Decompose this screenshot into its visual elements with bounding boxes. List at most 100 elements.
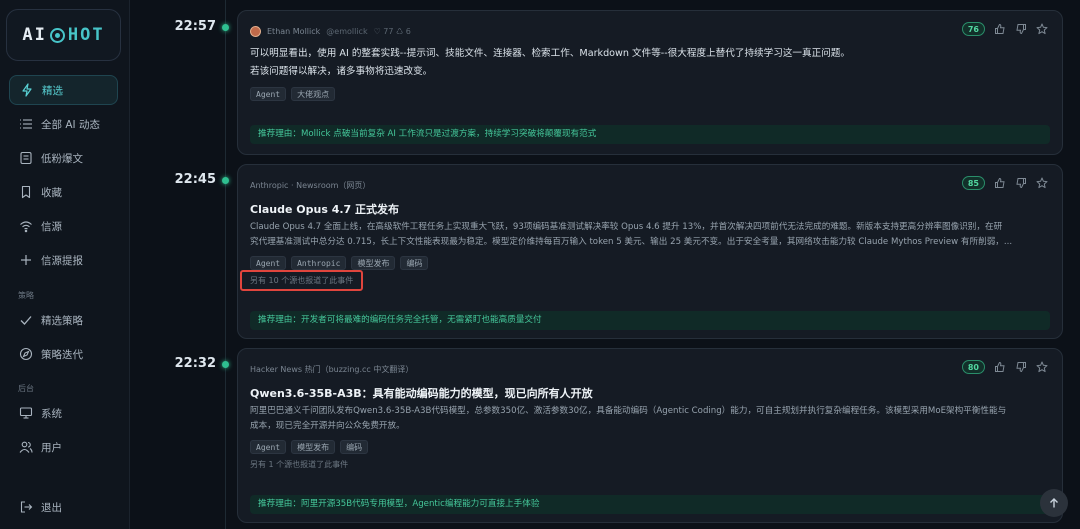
timeline-dot: [222, 177, 229, 184]
logout-button[interactable]: 退出: [9, 492, 118, 522]
timeline-dot: [222, 361, 229, 368]
score-badge: 85: [961, 176, 985, 190]
check-icon: [19, 313, 33, 327]
source-name: Ethan Mollick: [267, 27, 321, 36]
tag[interactable]: 大佬观点: [291, 87, 336, 101]
users-icon: [19, 440, 33, 454]
tag[interactable]: 模型发布: [351, 256, 396, 270]
card-body-line: 成本，现已完全开源并向公众免费开放。: [250, 421, 405, 431]
card-body: Claude Opus 4.7 全面上线，在高级软件工程任务上实现重大飞跃，93…: [250, 220, 1048, 250]
monitor-icon: [19, 406, 33, 420]
sidebar-item-favorites[interactable]: 收藏: [9, 177, 118, 207]
sidebar-item-submit-source[interactable]: 信源提报: [9, 245, 118, 275]
source-handle: @emollick: [326, 27, 368, 36]
card-body-line: 可以明显看出，使用 AI 的整套实践--提示词、技能文件、连接器、检索工作、Ma…: [250, 48, 850, 59]
thumbs-down-icon[interactable]: [1015, 361, 1027, 373]
timeline-time: 22:32: [174, 356, 216, 371]
card-source: Ethan Mollick @emollick ♡ 77 ♺ 6: [250, 26, 411, 37]
avatar: [250, 26, 261, 37]
section-label-backend: 后台: [18, 384, 34, 393]
card-body-line: 阿里巴巴通义千问团队发布Qwen3.6-35B-A3B代码模型，总参数350亿、…: [250, 406, 1007, 416]
tag[interactable]: Agent: [250, 440, 287, 454]
logout-icon: [19, 500, 33, 514]
tag[interactable]: Agent: [250, 87, 287, 101]
star-icon[interactable]: [1036, 23, 1048, 35]
timeline-line: [225, 0, 226, 529]
also-reported-link[interactable]: 另有 10 个源也报道了此事件: [240, 270, 364, 291]
tag[interactable]: 编码: [340, 440, 369, 454]
card-body-line: 若该问题得以解决，诸多事物将迅速改变。: [250, 66, 433, 77]
feed-card[interactable]: Anthropic · Newsroom（网页） 85 Claude Opus …: [237, 164, 1063, 339]
list-icon: [19, 117, 33, 131]
tag-list: Agent 大佬观点: [250, 87, 336, 101]
card-body-line: Claude Opus 4.7 全面上线，在高级软件工程任务上实现重大飞跃，93…: [250, 222, 1003, 232]
sidebar-item-label: 用户: [41, 441, 62, 454]
scroll-to-top-button[interactable]: [1040, 489, 1068, 517]
compass-icon: [19, 347, 33, 361]
card-title[interactable]: Claude Opus 4.7 正式发布: [250, 201, 399, 217]
recommendation-reason: 推荐理由：开发者可将最难的编码任务完全托管，无需紧盯也能高质量交付: [250, 311, 1050, 330]
score-badge: 76: [961, 22, 985, 36]
tag-list: Agent Anthropic 模型发布 编码: [250, 256, 429, 270]
brand-ring-icon: [49, 27, 65, 43]
brand-logo[interactable]: AI HOT: [6, 9, 121, 61]
tag[interactable]: 模型发布: [291, 440, 336, 454]
sidebar-item-all-ai[interactable]: 全部 AI 动态: [9, 109, 118, 139]
also-reported-link[interactable]: 另有 1 个源也报道了此事件: [250, 459, 348, 470]
feed-card[interactable]: Hacker News 热门（buzzing.cc 中文翻译） 80 Qwen3…: [237, 348, 1063, 523]
star-icon[interactable]: [1036, 361, 1048, 373]
tag[interactable]: 编码: [400, 256, 429, 270]
sidebar: AI HOT 精选 全部 AI 动态 低粉爆文 收藏 信源 信源提报 策略 精选…: [0, 0, 130, 529]
timeline-dot: [222, 24, 229, 31]
tag[interactable]: Agent: [250, 256, 287, 270]
card-source: Anthropic · Newsroom（网页）: [250, 181, 371, 190]
sidebar-item-label: 系统: [41, 407, 62, 420]
card-body-line: 究代理基准测试中总分达 0.715，长上下文性能表现最为稳定。模型定价维持每百万…: [250, 237, 1013, 247]
source-stats: ♡ 77 ♺ 6: [373, 27, 411, 36]
arrow-up-icon: [1048, 494, 1060, 513]
tag[interactable]: Anthropic: [291, 256, 347, 270]
section-label-strategy: 策略: [18, 291, 34, 300]
sidebar-item-sources[interactable]: 信源: [9, 211, 118, 241]
sidebar-item-featured-strategy[interactable]: 精选策略: [9, 305, 118, 335]
brand-ai: AI: [22, 25, 47, 45]
sidebar-item-featured[interactable]: 精选: [9, 75, 118, 105]
brand-hot: HOT: [67, 25, 105, 45]
wifi-icon: [19, 219, 33, 233]
thumbs-up-icon[interactable]: [994, 23, 1006, 35]
lightning-icon: [20, 83, 34, 97]
sidebar-item-label: 精选策略: [41, 314, 83, 327]
sidebar-item-system[interactable]: 系统: [9, 398, 118, 428]
timeline-time: 22:45: [174, 172, 216, 187]
card-actions: 85: [961, 176, 1048, 190]
recommendation-reason: 推荐理由：Mollick 点破当前复杂 AI 工作流只是过渡方案，持续学习突破将…: [250, 125, 1050, 144]
card-actions: 80: [961, 360, 1048, 374]
card-actions: 76: [961, 22, 1048, 36]
logout-label: 退出: [41, 501, 62, 514]
thumbs-up-icon[interactable]: [994, 361, 1006, 373]
score-badge: 80: [961, 360, 985, 374]
card-source: Hacker News 热门（buzzing.cc 中文翻译）: [250, 365, 414, 374]
tag-list: Agent 模型发布 编码: [250, 440, 369, 454]
sidebar-item-users[interactable]: 用户: [9, 432, 118, 462]
feed-card[interactable]: Ethan Mollick @emollick ♡ 77 ♺ 6 76 可以明显…: [237, 10, 1063, 155]
bookmark-icon: [19, 185, 33, 199]
card-body: 阿里巴巴通义千问团队发布Qwen3.6-35B-A3B代码模型，总参数350亿、…: [250, 404, 1048, 434]
sidebar-item-label: 低粉爆文: [41, 152, 83, 165]
thumbs-down-icon[interactable]: [1015, 177, 1027, 189]
plus-icon: [19, 253, 33, 267]
sidebar-item-strategy-iteration[interactable]: 策略迭代: [9, 339, 118, 369]
document-icon: [19, 151, 33, 165]
card-body: 可以明显看出，使用 AI 的整套实践--提示词、技能文件、连接器、检索工作、Ma…: [250, 45, 1048, 81]
sidebar-item-label: 信源提报: [41, 254, 83, 267]
thumbs-down-icon[interactable]: [1015, 23, 1027, 35]
sidebar-item-label: 收藏: [41, 186, 62, 199]
card-title[interactable]: Qwen3.6-35B-A3B：具有能动编码能力的模型，现已向所有人开放: [250, 385, 593, 401]
star-icon[interactable]: [1036, 177, 1048, 189]
thumbs-up-icon[interactable]: [994, 177, 1006, 189]
timeline-time: 22:57: [174, 19, 216, 34]
sidebar-item-label: 信源: [41, 220, 62, 233]
sidebar-item-label: 精选: [42, 84, 63, 97]
sidebar-item-low-fan[interactable]: 低粉爆文: [9, 143, 118, 173]
sidebar-item-label: 策略迭代: [41, 348, 83, 361]
